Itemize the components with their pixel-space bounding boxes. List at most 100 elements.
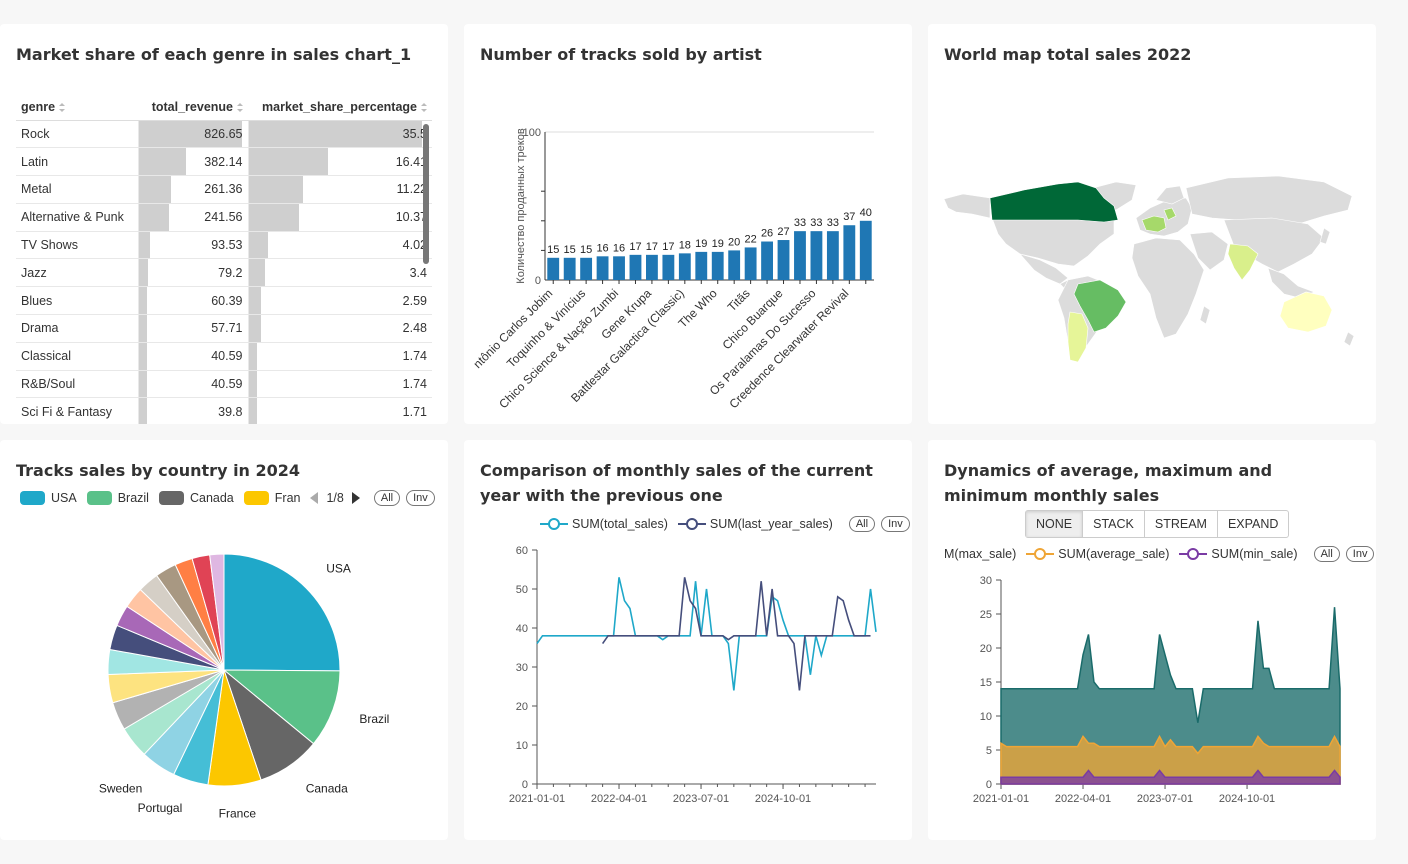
europe-region[interactable] <box>1135 197 1193 237</box>
mode-none-button[interactable]: NONE <box>1026 511 1084 537</box>
bar[interactable] <box>613 256 625 280</box>
legend-inv-button[interactable]: Inv <box>1345 546 1375 562</box>
cell-value: 261.36 <box>204 182 243 197</box>
legend-inv-button[interactable]: Inv <box>406 490 435 506</box>
monthly-line-chart: 0 10 20 30 40 50 60 2021-01-01 2022-04-01 2023-07… <box>509 545 877 805</box>
bar[interactable] <box>728 250 741 280</box>
legend-item-total-sales[interactable]: SUM(total_sales) <box>540 517 668 531</box>
bar[interactable] <box>629 254 642 280</box>
cell-value: 1.71 <box>402 404 427 419</box>
bar[interactable] <box>695 251 708 280</box>
table-row[interactable]: Blues 60.39 2.59 <box>16 286 432 316</box>
cell-bar <box>248 342 257 370</box>
australia-region[interactable] <box>1279 291 1333 333</box>
cell-total-revenue: 60.39 <box>137 286 248 316</box>
bar[interactable] <box>859 220 872 280</box>
madagascar-region[interactable] <box>1199 305 1211 325</box>
legend-item-brazil[interactable]: Brazil <box>86 491 149 505</box>
legend-all-button[interactable]: All <box>848 516 876 532</box>
legend-item-max-sale[interactable]: M(max_sale) <box>944 547 1016 561</box>
y-tick-label: 30 <box>516 662 528 674</box>
africa-region[interactable] <box>1131 237 1205 339</box>
bar[interactable] <box>810 231 823 280</box>
country-legend: USA Brazil Canada Fran 1/8 All Inv <box>20 490 435 506</box>
legend-next-icon[interactable] <box>351 492 360 504</box>
legend-item-canada[interactable]: Canada <box>158 491 234 505</box>
monthly-comparison-card: Comparison of monthly sales of the curre… <box>464 440 912 840</box>
cell-value: 1.74 <box>402 377 427 392</box>
bar[interactable] <box>580 257 593 280</box>
country-pie-chart: USA Brazil Canada France Portugal Sweden <box>99 553 389 820</box>
bar[interactable] <box>777 240 790 280</box>
pie-slice-label: France <box>219 806 257 820</box>
x-tick-label: 2024-10-01 <box>1219 793 1275 805</box>
x-tick-label: 2022-04-01 <box>1055 793 1111 805</box>
series-line[interactable] <box>536 577 877 691</box>
series-line[interactable] <box>601 577 871 691</box>
legend-item-france[interactable]: Fran <box>243 491 300 505</box>
table-row[interactable]: Metal 261.36 11.22 <box>16 175 432 204</box>
table-row[interactable]: R&B/Soul 40.59 1.74 <box>16 370 432 399</box>
mode-stack-button[interactable]: STACK <box>1083 511 1145 537</box>
table-row[interactable]: Drama 57.71 2.48 <box>16 314 432 343</box>
cell-value: 3.4 <box>409 265 427 280</box>
bar[interactable] <box>662 254 675 280</box>
bar[interactable] <box>761 241 773 280</box>
table-row[interactable]: Classical 40.59 1.74 <box>16 342 432 371</box>
mode-expand-button[interactable]: EXPAND <box>1218 511 1288 537</box>
russia-region[interactable] <box>1185 175 1353 225</box>
cell-market-share: 4.02 <box>247 231 432 260</box>
bar[interactable] <box>563 257 576 280</box>
japan-region[interactable] <box>1319 227 1331 245</box>
legend-prev-icon[interactable] <box>310 492 319 504</box>
bar[interactable] <box>794 231 806 280</box>
bar[interactable] <box>711 251 724 280</box>
pie-slice[interactable] <box>223 553 341 672</box>
world-map <box>943 175 1355 363</box>
cell-market-share: 10.37 <box>247 203 432 232</box>
usa-region[interactable] <box>991 217 1115 267</box>
sort-icon[interactable] <box>59 102 66 112</box>
table-row[interactable]: TV Shows 93.53 4.02 <box>16 231 432 260</box>
table-scrollbar[interactable] <box>423 124 429 264</box>
legend-item-average-sale[interactable]: SUM(average_sale) <box>1026 547 1169 561</box>
bar[interactable] <box>843 225 856 280</box>
table-row[interactable]: Jazz 79.2 3.4 <box>16 258 432 288</box>
bar[interactable] <box>826 231 839 280</box>
cell-market-share: 35.5 <box>247 120 432 149</box>
cell-bar <box>138 203 169 231</box>
bar[interactable] <box>547 257 560 280</box>
table-row[interactable]: Sci Fi & Fantasy 39.8 1.71 <box>16 397 432 424</box>
bar-value-label: 37 <box>843 211 855 223</box>
alaska-region[interactable] <box>943 193 991 219</box>
bar[interactable] <box>678 253 691 280</box>
legend-inv-button[interactable]: Inv <box>881 516 910 532</box>
y-tick-label: 60 <box>516 545 528 557</box>
legend-item-last-year-sales[interactable]: SUM(last_year_sales) <box>677 517 833 531</box>
legend-all-button[interactable]: All <box>1313 546 1340 562</box>
table-row[interactable]: Latin 382.14 16.41 <box>16 147 432 177</box>
legend-all-button[interactable]: All <box>373 490 401 506</box>
new-zealand-region[interactable] <box>1343 331 1355 347</box>
x-tick-label: 2021-01-01 <box>509 793 565 805</box>
mode-stream-button[interactable]: STREAM <box>1145 511 1218 537</box>
x-tick-label: 2022-04-01 <box>591 793 647 805</box>
bar[interactable] <box>744 247 757 280</box>
legend-item-usa[interactable]: USA <box>20 491 77 505</box>
column-header-genre[interactable]: genre <box>16 94 138 121</box>
bar[interactable] <box>646 254 658 280</box>
cell-total-revenue: 40.59 <box>137 370 248 399</box>
sort-icon[interactable] <box>237 102 243 112</box>
column-header-total-revenue[interactable]: total_revenue <box>138 94 248 121</box>
x-tick-label: Titãs <box>725 286 753 314</box>
bar[interactable] <box>596 256 609 280</box>
cell-total-revenue: 93.53 <box>137 231 248 260</box>
monthly-legend: SUM(total_sales) SUM(last_year_sales) Al… <box>540 516 910 532</box>
cell-genre: Classical <box>16 342 138 371</box>
y-tick-label: 0 <box>535 275 541 287</box>
sort-icon[interactable] <box>421 102 427 112</box>
column-header-market-share[interactable]: market_share_percentage <box>248 94 432 121</box>
table-row[interactable]: Rock 826.65 35.5 <box>16 120 432 149</box>
table-row[interactable]: Alternative & Punk 241.56 10.37 <box>16 203 432 232</box>
legend-item-min-sale[interactable]: SUM(min_sale) <box>1179 547 1298 561</box>
